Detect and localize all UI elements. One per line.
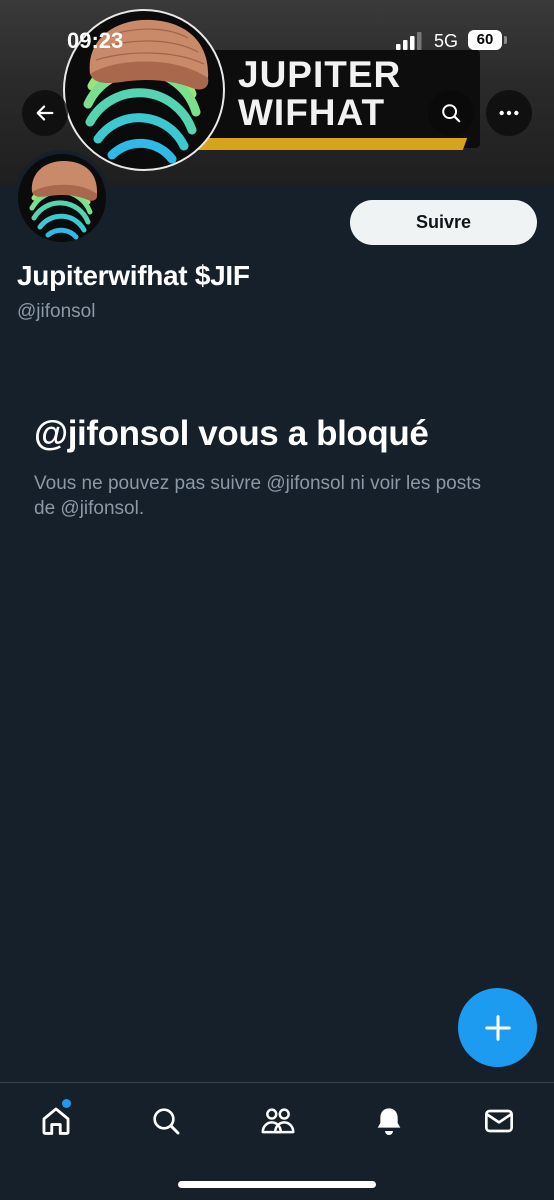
search-icon	[153, 1108, 180, 1135]
status-bar: 09:23 5G 60	[0, 24, 554, 60]
cellular-signal-icon	[396, 32, 422, 50]
profile-picture-icon	[18, 154, 106, 242]
nav-communities[interactable]	[258, 1101, 298, 1141]
nav-home[interactable]	[36, 1099, 76, 1141]
user-handle: @jifonsol	[17, 301, 96, 322]
blocked-description: Vous ne pouvez pas suivre @jifonsol ni v…	[34, 473, 482, 519]
home-icon	[42, 1107, 70, 1135]
network-label: 5G	[434, 31, 459, 51]
nav-search[interactable]	[146, 1101, 186, 1141]
display-name: Jupiterwifhat $JIF	[17, 260, 250, 291]
arrow-left-icon	[36, 105, 54, 121]
nav-notifications[interactable]	[369, 1101, 409, 1141]
communities-icon	[261, 1108, 295, 1134]
status-time: 09:23	[67, 28, 124, 53]
follow-button[interactable]: Suivre	[350, 200, 537, 245]
nav-messages[interactable]	[479, 1101, 519, 1141]
blocked-title: @jifonsol vous a bloqué	[34, 414, 429, 453]
home-notification-dot	[62, 1099, 71, 1108]
back-button[interactable]	[22, 90, 68, 136]
more-horizontal-icon	[499, 110, 519, 116]
notifications-icon	[377, 1108, 401, 1135]
search-button[interactable]	[428, 90, 474, 136]
banner-title-line1: JUPITER	[238, 54, 402, 95]
more-button[interactable]	[486, 90, 532, 136]
plus-icon	[484, 1014, 511, 1041]
messages-icon	[485, 1109, 513, 1133]
battery-tip	[504, 36, 507, 44]
compose-post-button[interactable]	[458, 988, 537, 1067]
battery-level: 60	[468, 30, 502, 50]
avatar[interactable]	[14, 150, 110, 246]
search-icon	[442, 104, 461, 123]
profile-screen: JUPITER WIFHAT 09:23 5G 60 Suivre Jupite…	[0, 0, 554, 1200]
home-indicator[interactable]	[178, 1181, 376, 1188]
